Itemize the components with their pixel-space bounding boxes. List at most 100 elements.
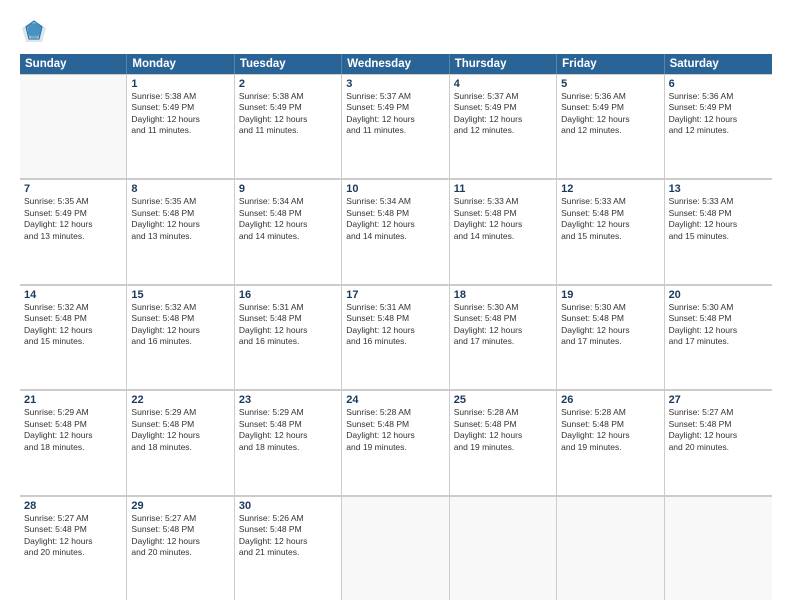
cell-info-line: Sunset: 5:48 PM (561, 313, 659, 324)
calendar-cell: 17Sunrise: 5:31 AMSunset: 5:48 PMDayligh… (342, 285, 449, 389)
cell-info-line: Daylight: 12 hours (561, 325, 659, 336)
day-number: 17 (346, 289, 444, 301)
cell-info-line: and 11 minutes. (346, 125, 444, 136)
cell-info-line: Daylight: 12 hours (669, 219, 768, 230)
calendar-cell: 20Sunrise: 5:30 AMSunset: 5:48 PMDayligh… (665, 285, 772, 389)
cell-info-line: Daylight: 12 hours (346, 114, 444, 125)
calendar-cell: 25Sunrise: 5:28 AMSunset: 5:48 PMDayligh… (450, 390, 557, 494)
cell-info-line: and 20 minutes. (669, 442, 768, 453)
cell-info-line: and 17 minutes. (669, 336, 768, 347)
cell-info-line: and 19 minutes. (454, 442, 552, 453)
calendar-cell: 8Sunrise: 5:35 AMSunset: 5:48 PMDaylight… (127, 179, 234, 283)
cell-info-line: and 19 minutes. (561, 442, 659, 453)
cell-info-line: and 14 minutes. (239, 231, 337, 242)
cell-info-line: Daylight: 12 hours (346, 219, 444, 230)
cell-info-line: Sunrise: 5:26 AM (239, 513, 337, 524)
cell-info-line: Sunset: 5:48 PM (346, 208, 444, 219)
cell-info-line: Sunrise: 5:34 AM (346, 196, 444, 207)
day-number: 18 (454, 289, 552, 301)
calendar-cell (20, 74, 127, 178)
cell-info-line: Sunset: 5:48 PM (24, 419, 122, 430)
cell-info-line: Sunset: 5:48 PM (669, 208, 768, 219)
cell-info-line: Daylight: 12 hours (561, 114, 659, 125)
cell-info-line: Sunset: 5:48 PM (561, 208, 659, 219)
cell-info-line: Daylight: 12 hours (24, 219, 122, 230)
cell-info-line: Daylight: 12 hours (346, 325, 444, 336)
cell-info-line: Sunrise: 5:28 AM (454, 407, 552, 418)
day-number: 13 (669, 183, 768, 195)
calendar-week-row: 1Sunrise: 5:38 AMSunset: 5:49 PMDaylight… (20, 74, 772, 179)
cell-info-line: Sunrise: 5:33 AM (454, 196, 552, 207)
cell-info-line: and 14 minutes. (454, 231, 552, 242)
cell-info-line: Sunset: 5:48 PM (239, 419, 337, 430)
cell-info-line: Sunrise: 5:35 AM (131, 196, 229, 207)
day-number: 15 (131, 289, 229, 301)
day-number: 14 (24, 289, 122, 301)
calendar-cell (665, 496, 772, 600)
day-number: 2 (239, 78, 337, 90)
cell-info-line: Sunset: 5:49 PM (131, 102, 229, 113)
cell-info-line: and 12 minutes. (561, 125, 659, 136)
cell-info-line: Sunrise: 5:27 AM (24, 513, 122, 524)
cell-info-line: Sunrise: 5:36 AM (669, 91, 768, 102)
day-number: 12 (561, 183, 659, 195)
cell-info-line: Sunrise: 5:30 AM (561, 302, 659, 313)
cell-info-line: Daylight: 12 hours (561, 430, 659, 441)
cell-info-line: and 17 minutes. (454, 336, 552, 347)
cell-info-line: and 11 minutes. (239, 125, 337, 136)
calendar-cell: 10Sunrise: 5:34 AMSunset: 5:48 PMDayligh… (342, 179, 449, 283)
cell-info-line: Sunset: 5:48 PM (131, 208, 229, 219)
header (20, 18, 772, 46)
cell-info-line: Sunrise: 5:31 AM (239, 302, 337, 313)
calendar-cell (450, 496, 557, 600)
day-number: 9 (239, 183, 337, 195)
cell-info-line: Daylight: 12 hours (669, 114, 768, 125)
calendar-cell: 3Sunrise: 5:37 AMSunset: 5:49 PMDaylight… (342, 74, 449, 178)
cell-info-line: Sunset: 5:48 PM (239, 524, 337, 535)
calendar-cell: 1Sunrise: 5:38 AMSunset: 5:49 PMDaylight… (127, 74, 234, 178)
day-number: 4 (454, 78, 552, 90)
cell-info-line: Daylight: 12 hours (239, 325, 337, 336)
cell-info-line: and 15 minutes. (24, 336, 122, 347)
calendar-cell: 19Sunrise: 5:30 AMSunset: 5:48 PMDayligh… (557, 285, 664, 389)
calendar-cell: 14Sunrise: 5:32 AMSunset: 5:48 PMDayligh… (20, 285, 127, 389)
day-number: 11 (454, 183, 552, 195)
calendar-cell: 22Sunrise: 5:29 AMSunset: 5:48 PMDayligh… (127, 390, 234, 494)
calendar-week-row: 21Sunrise: 5:29 AMSunset: 5:48 PMDayligh… (20, 390, 772, 495)
cell-info-line: Sunrise: 5:37 AM (346, 91, 444, 102)
cell-info-line: Sunset: 5:48 PM (24, 524, 122, 535)
cell-info-line: Sunset: 5:49 PM (454, 102, 552, 113)
calendar-cell: 27Sunrise: 5:27 AMSunset: 5:48 PMDayligh… (665, 390, 772, 494)
cell-info-line: and 19 minutes. (346, 442, 444, 453)
calendar-cell: 4Sunrise: 5:37 AMSunset: 5:49 PMDaylight… (450, 74, 557, 178)
cell-info-line: Daylight: 12 hours (131, 114, 229, 125)
cell-info-line: Sunset: 5:49 PM (239, 102, 337, 113)
cell-info-line: Daylight: 12 hours (131, 430, 229, 441)
cell-info-line: and 16 minutes. (239, 336, 337, 347)
cell-info-line: Daylight: 12 hours (24, 536, 122, 547)
cell-info-line: Sunset: 5:49 PM (346, 102, 444, 113)
cell-info-line: and 12 minutes. (669, 125, 768, 136)
calendar-day-header: Monday (127, 54, 234, 74)
cell-info-line: Sunrise: 5:28 AM (346, 407, 444, 418)
cell-info-line: Daylight: 12 hours (346, 430, 444, 441)
calendar-body: 1Sunrise: 5:38 AMSunset: 5:49 PMDaylight… (20, 74, 772, 600)
calendar-cell: 23Sunrise: 5:29 AMSunset: 5:48 PMDayligh… (235, 390, 342, 494)
cell-info-line: Sunrise: 5:38 AM (239, 91, 337, 102)
cell-info-line: and 12 minutes. (454, 125, 552, 136)
cell-info-line: and 18 minutes. (239, 442, 337, 453)
cell-info-line: Sunrise: 5:34 AM (239, 196, 337, 207)
cell-info-line: Daylight: 12 hours (669, 430, 768, 441)
cell-info-line: Sunset: 5:48 PM (454, 208, 552, 219)
cell-info-line: Sunrise: 5:28 AM (561, 407, 659, 418)
day-number: 25 (454, 394, 552, 406)
cell-info-line: Sunrise: 5:33 AM (561, 196, 659, 207)
cell-info-line: Sunrise: 5:29 AM (24, 407, 122, 418)
cell-info-line: Sunset: 5:48 PM (346, 419, 444, 430)
cell-info-line: Sunset: 5:48 PM (561, 419, 659, 430)
calendar-cell: 13Sunrise: 5:33 AMSunset: 5:48 PMDayligh… (665, 179, 772, 283)
cell-info-line: Daylight: 12 hours (454, 430, 552, 441)
calendar-cell: 12Sunrise: 5:33 AMSunset: 5:48 PMDayligh… (557, 179, 664, 283)
cell-info-line: and 16 minutes. (346, 336, 444, 347)
day-number: 23 (239, 394, 337, 406)
